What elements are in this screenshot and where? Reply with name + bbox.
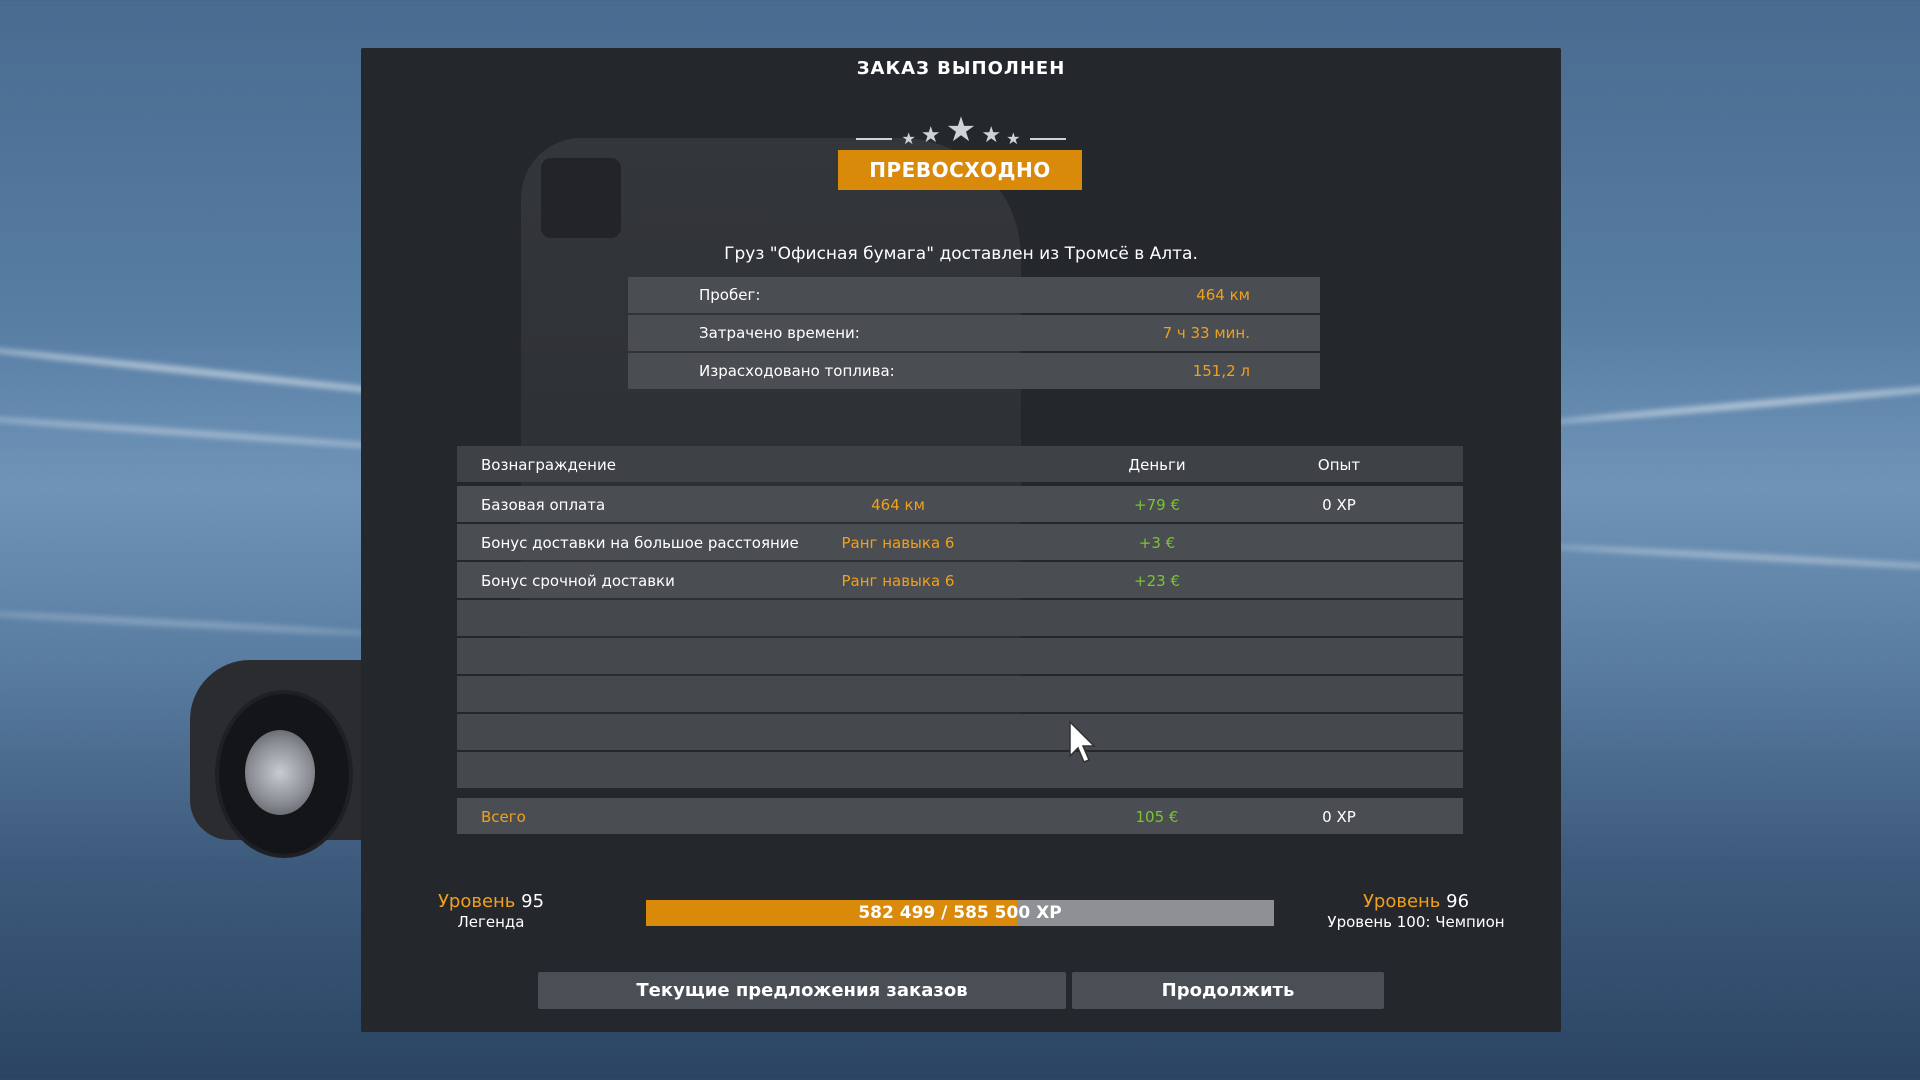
- dialog-title: ЗАКАЗ ВЫПОЛНЕН: [856, 58, 1066, 79]
- reward-money: +3 €: [1138, 534, 1176, 552]
- star-icon: ★: [920, 123, 941, 148]
- reward-row-empty: [457, 600, 1463, 636]
- reward-row-empty: [457, 676, 1463, 712]
- continue-button[interactable]: Продолжить: [1072, 972, 1384, 1009]
- background-streak: [1540, 379, 1920, 427]
- rating-stars: ★ ★ ★ ★ ★: [361, 113, 1561, 147]
- reward-row: Бонус срочной доставки Ранг навыка 6 +23…: [457, 562, 1463, 598]
- reward-name: Бонус доставки на большое расстояние: [481, 534, 799, 552]
- current-level: Уровень 95 Легенда: [401, 891, 581, 931]
- background-streak: [1540, 542, 1920, 574]
- level-word: Уровень: [1362, 891, 1441, 912]
- reward-detail: Ранг навыка 6: [841, 572, 955, 590]
- header-reward: Вознаграждение: [481, 456, 616, 474]
- star-icon: ★: [1006, 129, 1021, 148]
- rating-badge: ПРЕВОСХОДНО: [838, 150, 1082, 190]
- star-icon: ★: [901, 129, 916, 148]
- stat-row-distance: Пробег: 464 км: [628, 277, 1320, 313]
- reward-table: Вознаграждение Деньги Опыт Базовая оплат…: [457, 446, 1463, 834]
- reward-name: Бонус срочной доставки: [481, 572, 675, 590]
- reward-money: +23 €: [1134, 572, 1180, 590]
- next-level-number: 96: [1446, 891, 1470, 912]
- current-level-title: Легенда: [457, 913, 525, 931]
- star-icon: ★: [981, 123, 1002, 148]
- stars-line-left: [856, 137, 893, 140]
- job-completed-dialog: ЗАКАЗ ВЫПОЛНЕН ★ ★ ★ ★ ★ ПРЕВОСХОДНО Гру…: [361, 48, 1561, 1032]
- current-job-offers-button[interactable]: Текущие предложения заказов: [538, 972, 1066, 1009]
- next-level-subtitle: Уровень 100: Чемпион: [1327, 913, 1505, 931]
- stat-label: Пробег:: [699, 286, 761, 304]
- total-label: Всего: [481, 808, 526, 826]
- delivery-stats: Пробег: 464 км Затрачено времени: 7 ч 33…: [628, 277, 1320, 391]
- truck-rim: [245, 730, 315, 815]
- reward-total-row: Всего 105 € 0 XP: [457, 798, 1463, 834]
- stat-value: 464 км: [1196, 286, 1250, 304]
- reward-detail: Ранг навыка 6: [841, 534, 955, 552]
- reward-row: Базовая оплата 464 км +79 € 0 XP: [457, 486, 1463, 522]
- reward-table-header: Вознаграждение Деньги Опыт: [457, 446, 1463, 482]
- header-xp: Опыт: [1317, 456, 1361, 474]
- stat-value: 7 ч 33 мин.: [1162, 324, 1250, 342]
- xp-progress-bar: 582 499 / 585 500 XP: [646, 900, 1274, 926]
- truck-cab-window: [541, 158, 621, 238]
- xp-progress-text: 582 499 / 585 500 XP: [858, 903, 1062, 923]
- reward-xp: 0 XP: [1322, 496, 1356, 514]
- stars-line-right: [1029, 137, 1066, 140]
- reward-row: Бонус доставки на большое расстояние Ран…: [457, 524, 1463, 560]
- stat-label: Израсходовано топлива:: [699, 362, 895, 380]
- reward-money: +79 €: [1134, 496, 1180, 514]
- background-streak: [0, 609, 380, 637]
- total-xp: 0 XP: [1322, 808, 1356, 826]
- cargo-summary: Груз "Офисная бумага" доставлен из Тромс…: [724, 244, 1198, 264]
- reward-name: Базовая оплата: [481, 496, 606, 514]
- mouse-cursor-icon: [1069, 720, 1096, 763]
- reward-row-empty: [457, 752, 1463, 788]
- stat-value: 151,2 л: [1192, 362, 1250, 380]
- reward-detail: 464 км: [871, 496, 925, 514]
- stat-row-fuel: Израсходовано топлива: 151,2 л: [628, 353, 1320, 389]
- header-money: Деньги: [1128, 456, 1186, 474]
- truck-wheel-background: [190, 660, 370, 870]
- level-word: Уровень: [437, 891, 516, 912]
- next-level: Уровень 96 Уровень 100: Чемпион: [1281, 891, 1551, 931]
- stat-label: Затрачено времени:: [699, 324, 860, 342]
- total-money: 105 €: [1135, 808, 1179, 826]
- reward-row-empty: [457, 638, 1463, 674]
- stat-row-time: Затрачено времени: 7 ч 33 мин.: [628, 315, 1320, 351]
- reward-row-empty: [457, 714, 1463, 750]
- current-level-number: 95: [521, 891, 545, 912]
- star-icon: ★: [945, 110, 977, 150]
